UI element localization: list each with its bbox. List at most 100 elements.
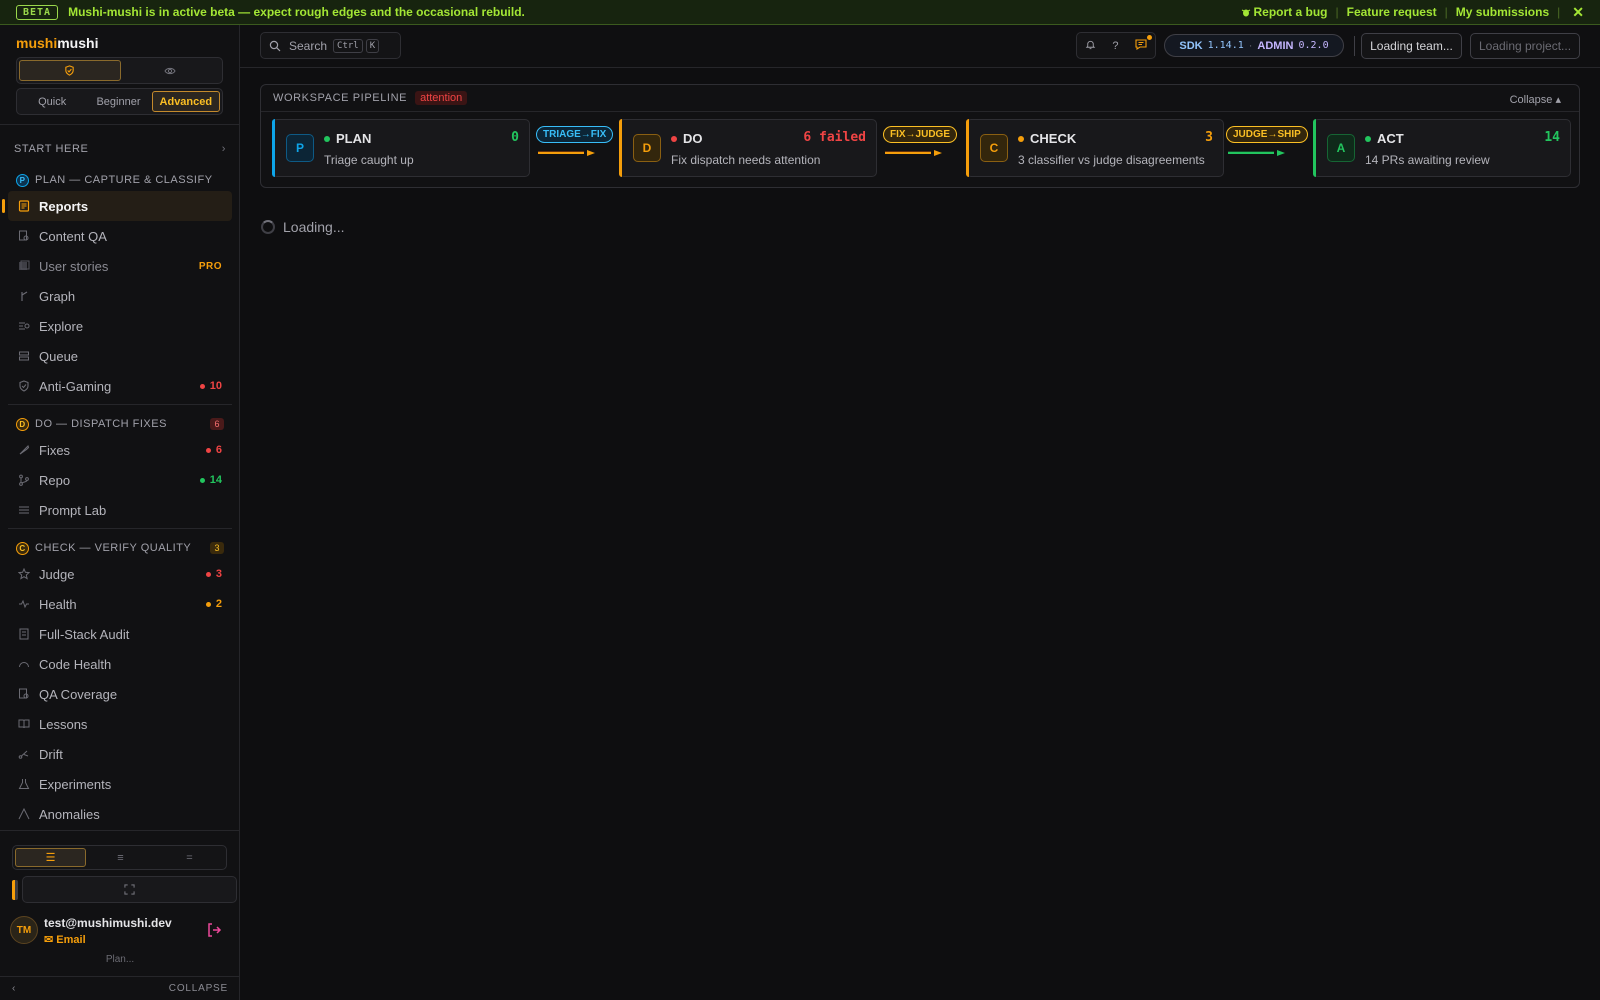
sidebar-item-queue[interactable]: Queue [0,341,240,371]
shield-mode-button[interactable] [19,60,121,81]
bell-icon[interactable] [1085,39,1096,53]
search-icon [269,40,281,51]
feedback-icon[interactable] [1135,34,1152,53]
list-icon: ☰ [45,852,56,864]
stage-letter: A [1327,134,1355,162]
stage-name: CHECK [1018,131,1076,146]
stage-do[interactable]: D DO Fix dispatch needs attention 6 fail… [619,119,877,177]
start-here-link[interactable]: START HERE › [0,137,240,161]
sidebar-item-user-stories[interactable]: User stories PRO [0,251,240,281]
search-button[interactable]: Search Ctrl K [260,32,401,59]
sidebar-item-code-health[interactable]: Code Health [0,649,240,679]
pipeline-title: WORKSPACE PIPELINE [273,92,408,104]
close-icon[interactable]: ✕ [1572,4,1584,21]
density-compact-button[interactable]: ≡ [86,848,155,867]
section-do: D DO — DISPATCH FIXES 6 [0,413,240,435]
audit-icon [18,628,30,640]
sidebar-nav: START HERE › P PLAN — CAPTURE & CLASSIFY… [0,137,240,829]
density-comfortable-button[interactable]: ☰ [15,848,86,867]
focus-mode-button[interactable] [22,876,237,903]
kbd-ctrl: Ctrl [333,38,363,53]
separator: | [1557,5,1561,19]
top-bar: Search Ctrl K ? SDK 1.14.1 · ADMIN 0.2.0… [240,25,1600,68]
sidebar-item-qa-coverage[interactable]: QA Coverage [0,679,240,709]
my-submissions-link[interactable]: My submissions [1456,5,1549,19]
do-letter-icon: D [16,417,29,431]
density-dense-button[interactable]: = [155,848,224,867]
pipeline-collapse-button[interactable]: Collapse ▴ [1510,93,1561,106]
sidebar-item-repo[interactable]: Repo 14 [0,465,240,495]
stage-check[interactable]: C CHECK 3 classifier vs judge disagreeme… [966,119,1224,177]
sidebar-item-explore[interactable]: Explore [0,311,240,341]
header-actions: ? [1076,32,1156,59]
book-icon [18,718,30,730]
queue-icon [18,350,30,362]
anomaly-icon [18,808,30,820]
sidebar: mushimushi Quick Beginner Advanced START… [0,25,240,1000]
sidebar-item-judge[interactable]: Judge 3 [0,559,240,589]
sidebar-item-fixes[interactable]: Fixes 6 [0,435,240,465]
collapse-sidebar-button[interactable]: ‹ COLLAPSE [0,976,240,1000]
separator: | [1335,5,1339,19]
status-badge: attention [415,91,468,105]
sidebar-item-anti-gaming[interactable]: Anti-Gaming 10 [0,371,240,401]
stage-count: 3 [1205,130,1213,145]
divider [8,528,232,529]
pulse-icon [18,598,30,610]
sidebar-item-graph[interactable]: Graph [0,281,240,311]
sidebar-item-content-qa[interactable]: Content QA [0,221,240,251]
level-beginner[interactable]: Beginner [85,91,151,112]
mode-toggle [16,57,223,84]
level-advanced[interactable]: Advanced [151,91,220,112]
status-dot [199,383,205,389]
divider [1354,36,1355,56]
sidebar-item-reports[interactable]: Reports [2,191,232,221]
team-selector[interactable]: Loading team... [1361,33,1462,59]
avatar[interactable]: TM [10,916,38,944]
workspace-pipeline: WORKSPACE PIPELINE attention Collapse ▴ … [260,84,1580,188]
user-email: test@mushimushi.dev [44,916,172,930]
project-selector[interactable]: Loading project... [1470,33,1580,59]
stage-description: Triage caught up [324,153,414,167]
resize-handle[interactable] [12,880,18,900]
prompt-lab-icon [18,504,30,516]
shield-icon [65,65,74,76]
sidebar-item-drift[interactable]: Drift [0,739,240,769]
logout-icon[interactable] [206,922,222,938]
beta-tag: BETA [16,4,59,20]
sidebar-item-anomalies[interactable]: Anomalies [0,799,240,829]
transition-triage-fix: TRIAGE→FIX [536,126,614,162]
sidebar-item-lessons[interactable]: Lessons [0,709,240,739]
eye-mode-button[interactable] [121,60,221,81]
stage-plan[interactable]: P PLAN Triage caught up 0 [272,119,530,177]
status-dot [199,477,205,483]
arrow-right-icon [1228,150,1285,156]
feature-request-link[interactable]: Feature request [1347,5,1437,19]
sidebar-item-experiments[interactable]: Experiments [0,769,240,799]
sidebar-item-full-stack-audit[interactable]: Full-Stack Audit [0,619,240,649]
wrench-icon [18,444,30,456]
report-bug-link[interactable]: Report a bug [1241,5,1328,19]
shield-icon [18,380,30,392]
sidebar-item-health[interactable]: Health 2 [0,589,240,619]
level-quick[interactable]: Quick [19,91,85,112]
divider [261,111,1579,112]
mail-icon: ✉ [44,934,54,946]
help-icon[interactable]: ? [1112,40,1118,52]
brand-logo[interactable]: mushimushi [16,35,98,51]
eye-icon [164,67,176,74]
transition-label: TRIAGE→FIX [536,126,614,143]
sidebar-item-prompt-lab[interactable]: Prompt Lab [0,495,240,525]
fullscreen-icon [124,884,135,895]
stage-name: PLAN [324,131,371,146]
status-dot [324,135,330,142]
stage-letter: D [633,134,661,162]
status-dot [671,135,677,142]
stage-act[interactable]: A ACT 14 PRs awaiting review 14 [1313,119,1571,177]
section-plan: P PLAN — CAPTURE & CLASSIFY [0,169,240,191]
arrow-right-icon [885,150,942,156]
branch-icon [18,474,30,486]
bug-icon [1241,9,1250,17]
count-badge: 14 [199,474,222,486]
auth-method: ✉ Email [44,934,86,946]
